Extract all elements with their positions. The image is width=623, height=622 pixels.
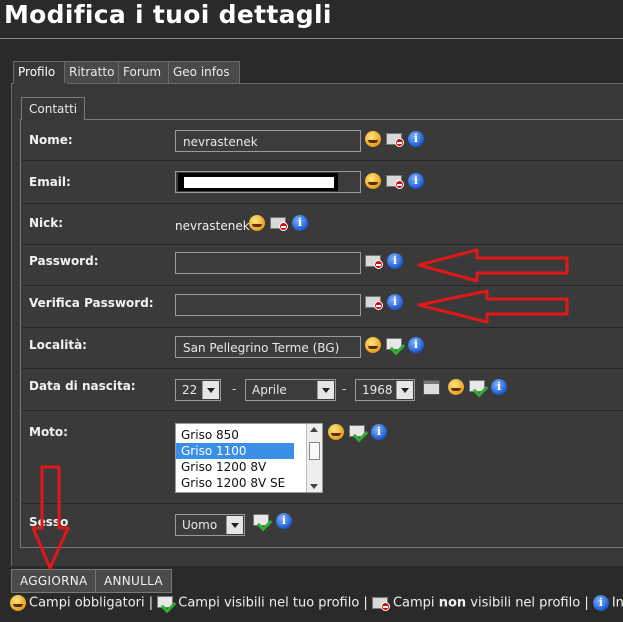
- info-icon[interactable]: i: [491, 379, 507, 395]
- verifica-password-field[interactable]: [175, 294, 361, 316]
- chevron-down-icon: [310, 484, 318, 489]
- legend-info: Inform: [611, 595, 623, 611]
- legend-not-visible-post: visibili nel profilo |: [470, 595, 589, 611]
- list-option-selected[interactable]: Griso 1100: [176, 443, 294, 459]
- sesso-select[interactable]: Uomo: [175, 514, 245, 536]
- verifica-password-label: Verifica Password:: [29, 296, 154, 310]
- list-option[interactable]: Griso 1200 8V: [176, 459, 322, 475]
- visible-field-icon: [469, 379, 489, 398]
- required-icon: [365, 131, 381, 147]
- hidden-field-icon: [365, 253, 383, 269]
- info-icon[interactable]: i: [408, 131, 424, 147]
- info-icon[interactable]: i: [292, 215, 308, 231]
- required-icon: [448, 379, 464, 395]
- day-value: 22: [182, 383, 198, 397]
- info-icon[interactable]: i: [408, 337, 424, 353]
- required-icon: [365, 173, 381, 189]
- hidden-field-icon: [270, 215, 288, 231]
- chevron-down-icon: [226, 516, 243, 534]
- visible-field-icon: [349, 424, 369, 443]
- month-value: Aprile: [252, 383, 287, 397]
- hidden-field-icon: [365, 294, 383, 310]
- redaction-fill: [184, 177, 334, 188]
- date-separator: -: [232, 382, 237, 396]
- nome-label: Nome:: [29, 133, 73, 147]
- date-separator: -: [342, 382, 347, 396]
- localita-field[interactable]: San Pellegrino Terme (BG): [175, 336, 361, 358]
- info-icon: i: [592, 595, 609, 611]
- annotation-arrow-aggiorna: [31, 465, 70, 570]
- required-icon: [328, 424, 344, 440]
- legend-required: Campi obbligatori |: [29, 595, 154, 611]
- nick-label: Nick:: [29, 216, 64, 230]
- row-sesso: Sesso: [22, 504, 623, 546]
- legend-not-visible-pre: Campi: [392, 595, 435, 611]
- visible-field-icon: [386, 337, 406, 356]
- localita-label: Località:: [29, 338, 87, 352]
- row-nick: Nick:: [22, 204, 623, 245]
- hidden-field-icon: [386, 131, 404, 147]
- chevron-down-icon: [202, 381, 219, 399]
- data-nascita-label: Data di nascita:: [29, 379, 136, 393]
- hidden-field-icon: [371, 595, 390, 611]
- day-select[interactable]: 22: [175, 379, 221, 401]
- required-icon: [365, 337, 381, 353]
- list-option[interactable]: Griso 850: [176, 427, 322, 443]
- info-icon[interactable]: i: [371, 424, 387, 440]
- tab-ritratto[interactable]: Ritratto: [64, 61, 119, 83]
- annotation-arrow-password: [417, 248, 569, 283]
- info-icon[interactable]: i: [387, 253, 403, 269]
- tab-contatti[interactable]: Contatti: [21, 97, 86, 120]
- chevron-down-icon: [396, 381, 413, 399]
- required-icon: [10, 595, 26, 611]
- chevron-up-icon: [310, 427, 318, 432]
- legend: Campi obbligatori | Campi visibili nel t…: [10, 595, 623, 614]
- annotation-arrow-verifica: [417, 289, 569, 324]
- visible-field-icon: [253, 513, 273, 532]
- password-label: Password:: [29, 254, 99, 268]
- chevron-down-icon: [317, 381, 334, 399]
- info-icon[interactable]: i: [276, 513, 292, 529]
- tab-profilo[interactable]: Profilo: [13, 61, 68, 84]
- list-option[interactable]: Griso 1200 8V SE: [176, 475, 322, 491]
- tab-forum[interactable]: Forum: [118, 61, 170, 83]
- legend-visible: Campi visibili nel tuo profilo |: [178, 595, 368, 611]
- moto-label: Moto:: [29, 425, 68, 439]
- tab-geo-infos[interactable]: Geo infos: [168, 61, 240, 83]
- nome-field[interactable]: nevrastenek: [175, 130, 361, 152]
- annulla-button[interactable]: ANNULLA: [95, 569, 172, 593]
- month-select[interactable]: Aprile: [245, 379, 336, 401]
- visible-field-icon: [157, 595, 177, 614]
- info-icon[interactable]: i: [408, 173, 424, 189]
- calendar-icon[interactable]: [423, 380, 440, 395]
- required-icon: [249, 215, 265, 231]
- moto-listbox[interactable]: Griso 850 Griso 1100 Griso 1200 8V Griso…: [175, 423, 323, 493]
- scroll-thumb[interactable]: [309, 442, 320, 460]
- hidden-field-icon: [386, 173, 404, 189]
- aggiorna-button[interactable]: AGGIORNA: [11, 569, 97, 593]
- email-label: Email:: [29, 175, 71, 189]
- year-value: 1968: [362, 383, 393, 397]
- info-icon[interactable]: i: [387, 294, 403, 310]
- nick-value: nevrastenek: [175, 219, 250, 233]
- listbox-scrollbar[interactable]: [306, 424, 322, 492]
- password-field[interactable]: [175, 252, 361, 274]
- sesso-value: Uomo: [182, 518, 218, 532]
- legend-not-visible-bold: non: [438, 595, 467, 611]
- page-title: Modifica i tuoi dettagli: [4, 0, 332, 29]
- year-select[interactable]: 1968: [355, 379, 415, 401]
- title-divider: [0, 38, 623, 39]
